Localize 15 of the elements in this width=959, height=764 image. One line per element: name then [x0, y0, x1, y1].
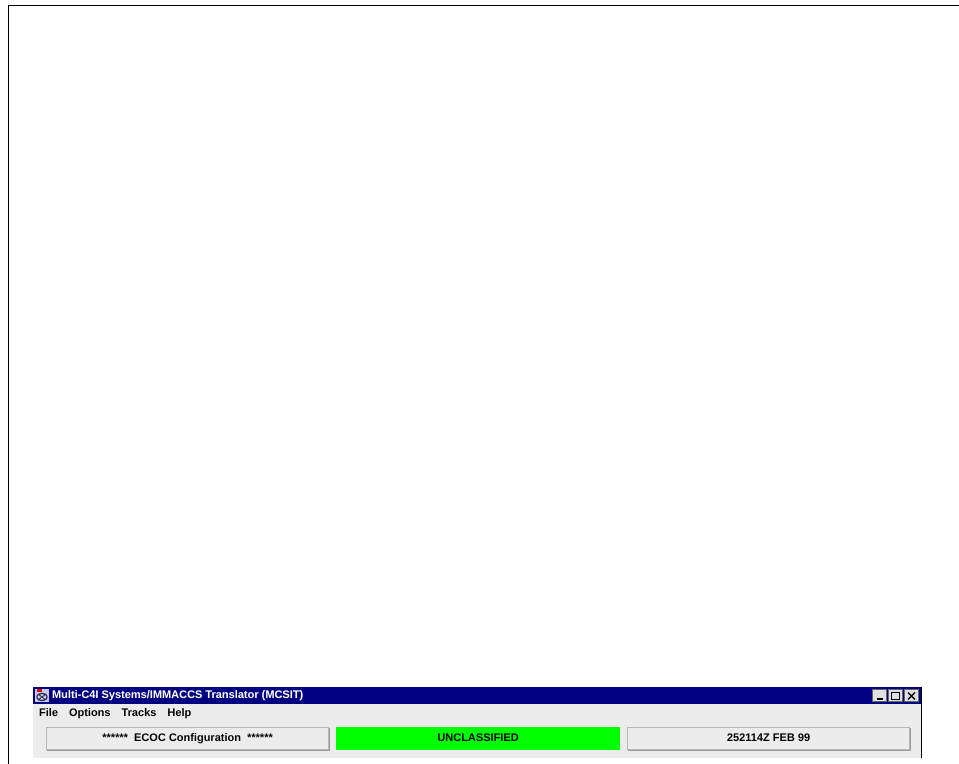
status-button[interactable]: 252114Z FEB 99: [627, 727, 910, 750]
minimize-button[interactable]: [872, 689, 887, 702]
window-title: Multi-C4I Systems/IMMACCS Translator (MCSIT): [52, 688, 304, 704]
maximize-button[interactable]: [888, 689, 903, 702]
menu-item[interactable]: Tracks: [122, 704, 156, 722]
menu-item[interactable]: Help: [167, 704, 192, 722]
menu-item[interactable]: Options: [68, 704, 111, 722]
classification-banner: UNCLASSIFIED: [336, 727, 620, 750]
menu-item[interactable]: File: [39, 704, 58, 722]
status-button[interactable]: ****** ECOC Configuration ******: [46, 727, 329, 750]
app-icon: [35, 689, 49, 702]
minimize-icon: [876, 698, 882, 700]
maximize-icon: [891, 692, 900, 700]
close-button[interactable]: [904, 689, 919, 702]
close-icon: [907, 692, 916, 700]
